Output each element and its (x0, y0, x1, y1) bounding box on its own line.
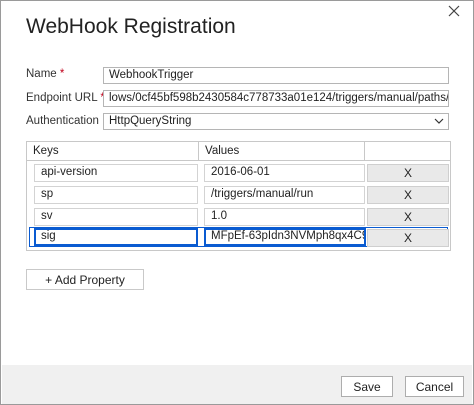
authentication-label: Authentication (26, 115, 99, 127)
chevron-down-icon (434, 118, 444, 124)
save-button[interactable]: Save (341, 376, 393, 397)
endpoint-url-label: Endpoint URL * (26, 92, 105, 104)
delete-row-button[interactable]: X (367, 164, 449, 182)
authentication-selected-value: HttpQueryString (109, 115, 192, 127)
delete-row-button[interactable]: X (367, 229, 449, 247)
close-icon[interactable] (447, 4, 461, 18)
delete-row-button[interactable]: X (367, 186, 449, 204)
value-input[interactable]: /triggers/manual/run (204, 186, 365, 204)
properties-grid: Keys Values api-version 2016-06-01 X sp … (26, 141, 451, 251)
key-input[interactable]: sp (34, 186, 198, 204)
dialog-title: WebHook Registration (26, 15, 236, 38)
value-input-focused[interactable]: MFpEf-63pIdn3NVMph8qx4C9134 (204, 228, 366, 246)
dialog-footer (2, 365, 472, 404)
key-input[interactable]: sig (34, 228, 198, 246)
value-input[interactable]: 2016-06-01 (204, 164, 365, 182)
name-label: Name * (26, 68, 65, 80)
column-header-delete (365, 142, 450, 161)
column-header-keys: Keys (27, 142, 199, 161)
required-marker: * (59, 68, 65, 80)
cancel-button[interactable]: Cancel (405, 376, 464, 397)
key-input[interactable]: api-version (34, 164, 198, 182)
key-input[interactable]: sv (34, 208, 198, 226)
endpoint-url-input[interactable]: lows/0cf45bf598b2430584c778733a01e124/tr… (103, 90, 449, 107)
authentication-select[interactable]: HttpQueryString (103, 113, 449, 130)
value-input[interactable]: 1.0 (204, 208, 365, 226)
webhook-registration-dialog: WebHook Registration Name * WebhookTrigg… (0, 0, 474, 405)
delete-row-button[interactable]: X (367, 208, 449, 226)
add-property-button[interactable]: + Add Property (26, 269, 144, 290)
column-header-values: Values (199, 142, 365, 161)
name-input[interactable]: WebhookTrigger (103, 67, 449, 84)
